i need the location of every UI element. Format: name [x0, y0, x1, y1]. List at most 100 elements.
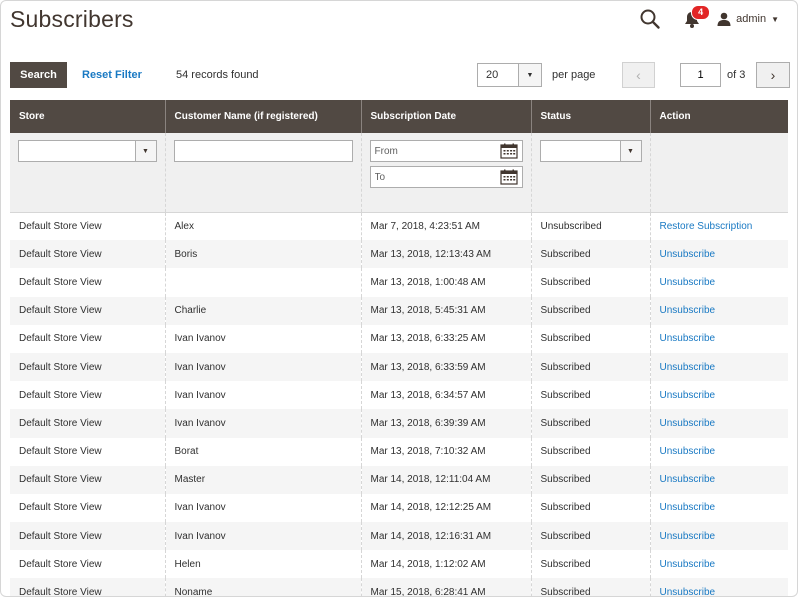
chevron-down-icon: ▼	[134, 141, 156, 161]
subscription-date-cell: Mar 13, 2018, 5:45:31 AM	[360, 296, 531, 325]
restore-subscription-link[interactable]: Restore Subscription	[660, 221, 753, 232]
store-cell: Default Store View	[19, 333, 102, 345]
page-count: of 3	[727, 69, 746, 81]
column-header-customer-name[interactable]: Customer Name (if registered)	[164, 100, 361, 133]
subscription-date-cell: Mar 13, 2018, 12:13:43 AM	[360, 240, 531, 269]
store-cell: Default Store View	[10, 409, 165, 438]
next-page-button[interactable]: ›	[756, 62, 790, 88]
column-header-subscription-date[interactable]: Subscription Date	[360, 100, 531, 133]
per-page-select[interactable]: 20 ▼	[477, 63, 542, 87]
notifications-button[interactable]: 4	[681, 5, 711, 30]
unsubscribe-link[interactable]: Unsubscribe	[660, 362, 716, 373]
reset-filter-link[interactable]: Reset Filter	[82, 69, 142, 81]
store-cell: Default Store View	[19, 220, 102, 232]
store-cell: Default Store View	[10, 296, 165, 325]
records-found: 54 records found	[176, 69, 259, 81]
search-button[interactable]: Search	[10, 62, 67, 88]
unsubscribe-link[interactable]: Unsubscribe	[660, 305, 716, 316]
unsubscribe-link[interactable]: Unsubscribe	[660, 587, 716, 596]
action-cell: Unsubscribe	[649, 493, 788, 523]
action-cell: Unsubscribe	[649, 465, 788, 494]
user-name: admin	[736, 13, 767, 25]
unsubscribe-link[interactable]: Unsubscribe	[660, 446, 716, 457]
date-to-input[interactable]	[370, 167, 495, 187]
customer-name-cell: Helen	[164, 550, 361, 579]
unsubscribe-link[interactable]: Unsubscribe	[660, 249, 716, 260]
subscription-date-cell: Mar 15, 2018, 6:28:41 AM	[360, 578, 531, 596]
filter-row: ▼ From To ▼	[10, 133, 788, 213]
column-header-status[interactable]: Status	[530, 100, 650, 133]
store-cell: Default Store View	[19, 276, 102, 288]
subscription-date-cell: Mar 14, 2018, 12:16:31 AM	[360, 522, 531, 551]
subscribers-grid: Store Customer Name (if registered) Subs…	[10, 100, 788, 596]
customer-name-cell: Noname	[164, 578, 361, 596]
filter-action-cell	[649, 133, 788, 213]
per-page-value: 20	[486, 69, 499, 81]
status-cell: Subscribed	[530, 409, 650, 438]
subscription-date-cell: Mar 13, 2018, 7:10:32 AM	[360, 437, 531, 466]
table-row: Default Store View Boris Mar 13, 2018, 12:…	[10, 240, 788, 269]
store-cell: Default Store View	[19, 389, 102, 401]
grid-header-row: Store Customer Name (if registered) Subs…	[10, 100, 788, 133]
chevron-left-icon: ‹	[636, 67, 641, 83]
calendar-icon[interactable]	[499, 169, 518, 185]
status-cell: Subscribed	[530, 493, 650, 523]
status-cell: Subscribed	[530, 240, 650, 269]
table-row: Default Store View Ivan Ivanov Mar 14, 201…	[10, 522, 788, 551]
action-cell: Restore Subscription	[649, 212, 788, 241]
unsubscribe-link[interactable]: Unsubscribe	[660, 390, 716, 401]
status-cell: Subscribed	[530, 465, 650, 494]
action-cell: Unsubscribe	[649, 381, 788, 410]
user-menu[interactable]: admin ▼	[717, 12, 779, 26]
user-icon	[717, 12, 731, 26]
customer-name-cell: Ivan Ivanov	[164, 352, 361, 382]
status-cell: Subscribed	[530, 268, 650, 297]
unsubscribe-link[interactable]: Unsubscribe	[660, 333, 716, 344]
unsubscribe-link[interactable]: Unsubscribe	[660, 277, 716, 288]
previous-page-button[interactable]: ‹	[622, 62, 655, 88]
grid-body: Default Store View Alex Mar 7, 2018, 4:23:…	[10, 212, 788, 596]
subscription-date-cell: Mar 13, 2018, 6:34:57 AM	[360, 381, 531, 410]
customer-name-cell: Ivan Ivanov	[164, 381, 361, 410]
customer-name-cell: Borat	[164, 437, 361, 466]
date-from-input[interactable]	[370, 141, 495, 161]
chevron-down-icon: ▼	[771, 14, 779, 24]
calendar-icon[interactable]	[499, 143, 518, 159]
unsubscribe-link[interactable]: Unsubscribe	[660, 559, 716, 570]
unsubscribe-link[interactable]: Unsubscribe	[660, 531, 716, 542]
store-filter-select[interactable]: ▼	[18, 140, 157, 162]
status-cell: Unsubscribed	[530, 212, 650, 241]
subscribers-page: Subscribers 4 admin ▼ Search Reset Filte…	[0, 0, 798, 597]
status-cell: Subscribed	[530, 352, 650, 382]
subscription-date-cell: Mar 14, 2018, 1:12:02 AM	[360, 550, 531, 579]
status-cell: Subscribed	[530, 550, 650, 579]
action-cell: Unsubscribe	[649, 409, 788, 438]
unsubscribe-link[interactable]: Unsubscribe	[660, 418, 716, 429]
table-row: Default Store View Ivan Ivanov Mar 13, 201…	[10, 409, 788, 438]
column-header-store[interactable]: Store	[10, 100, 165, 133]
customer-name-filter-input[interactable]	[173, 140, 353, 162]
table-row: Default Store View Mar 13, 2018, 1:00:48 …	[10, 268, 788, 297]
chevron-down-icon: ▼	[518, 64, 541, 86]
page-title: Subscribers	[10, 6, 134, 32]
search-icon[interactable]	[639, 8, 661, 30]
store-cell: Default Store View	[19, 558, 102, 570]
date-to-field	[369, 166, 523, 188]
customer-name-cell: Boris	[164, 240, 361, 269]
action-cell: Unsubscribe	[649, 437, 788, 466]
page-number-input[interactable]	[680, 63, 721, 87]
column-header-action: Action	[649, 100, 788, 133]
filter-date-cell	[360, 133, 531, 213]
store-cell: Default Store View	[10, 352, 165, 382]
table-row: Default Store View Borat Mar 13, 2018, 7:1…	[10, 437, 788, 466]
action-cell: Unsubscribe	[649, 352, 788, 382]
status-filter-select[interactable]: ▼	[539, 140, 642, 162]
store-cell: Default Store View	[19, 446, 102, 458]
table-row: Default Store View Ivan Ivanov Mar 13, 201…	[10, 381, 788, 410]
unsubscribe-link[interactable]: Unsubscribe	[660, 474, 716, 485]
action-cell: Unsubscribe	[649, 324, 788, 353]
subscription-date-cell: Mar 13, 2018, 6:33:25 AM	[360, 324, 531, 353]
store-cell: Default Store View	[10, 522, 165, 551]
unsubscribe-link[interactable]: Unsubscribe	[660, 502, 716, 513]
table-row: Default Store View Ivan Ivanov Mar 13, 201…	[10, 324, 788, 353]
